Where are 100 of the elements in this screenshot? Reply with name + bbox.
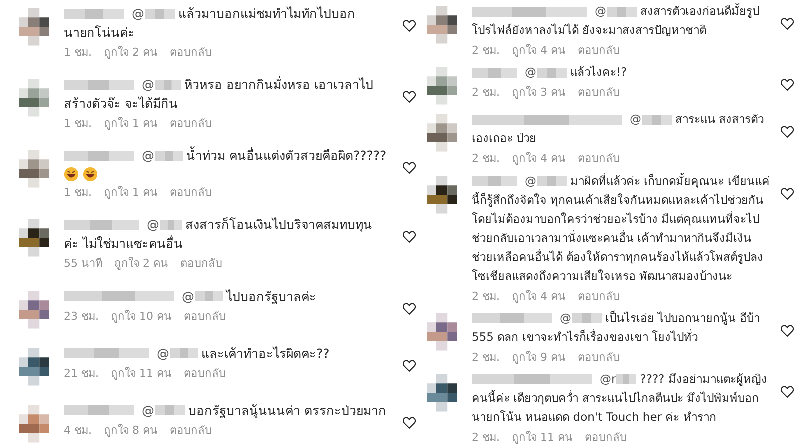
- likes-count[interactable]: ถูกใจ 9 คน: [512, 350, 566, 365]
- comment-text: ค่ะ ไม่ใช่มาแซะคนอื่น: [64, 234, 184, 254]
- heart-icon[interactable]: [781, 18, 794, 30]
- reply-link[interactable]: ตอบกลับ: [170, 45, 212, 60]
- likes-count[interactable]: ถูกใจ 4 คน: [512, 288, 566, 304]
- reply-link[interactable]: ตอบกลับ: [578, 288, 620, 304]
- reply-link[interactable]: ตอบกลับ: [578, 43, 620, 58]
- heart-icon[interactable]: [403, 20, 416, 32]
- heart-icon[interactable]: [403, 231, 416, 244]
- comment-time: 4 ชม.: [64, 422, 92, 438]
- mention[interactable]: @: [630, 110, 642, 130]
- comment-time: 55 นาที: [64, 256, 102, 272]
- heart-icon[interactable]: [781, 79, 794, 92]
- likes-count[interactable]: ถูกใจ 4 คน: [512, 151, 566, 166]
- comment-text: นี้ก็รู้สึกถึงจิตใจ ทุกคนเค้าเสียใจกันหมดแหละเค้าไปช่วยกัน: [472, 191, 765, 209]
- reply-link[interactable]: ตอบกลับ: [578, 350, 620, 365]
- heart-icon[interactable]: [403, 360, 416, 372]
- likes-count[interactable]: ถูกใจ 10 คน: [111, 308, 172, 324]
- likes-count[interactable]: ถูกใจ 2 คน: [114, 256, 168, 272]
- heart-icon[interactable]: [403, 416, 416, 429]
- comment-time: 2 ชม.: [472, 430, 500, 445]
- mention[interactable]: @r: [600, 370, 616, 389]
- comment-time: 1 ชม.: [64, 45, 92, 60]
- comment-text: แล้วมาบอกแม่ชมทำไมทักไปบอก: [178, 5, 356, 23]
- blurred-mention: [606, 6, 636, 16]
- heart-icon[interactable]: [403, 302, 416, 315]
- blurred-mention: [616, 374, 636, 384]
- blurred-username: [472, 68, 517, 78]
- comment-text: แล้วไงคะ!?: [570, 64, 628, 82]
- comment-text: นายกโน้น หนอแดด don't Touch her ค่ะ หำราก: [472, 408, 718, 426]
- reply-link[interactable]: ตอบกลับ: [170, 116, 212, 132]
- blurred-mention: [160, 220, 182, 230]
- comment-text: เป็นไรเอ่ย ไปบอกนายกนู้น อีบ้า: [606, 310, 760, 327]
- comment-text: ???? มึงอย่ามาแตะผู้หญิง: [640, 370, 768, 388]
- comment-text: ช่วยกลับเอาเวลามานั่งแซะคนอื่น เค้าทำมาหากินจึงมีเงิน: [472, 229, 753, 247]
- mention[interactable]: @: [142, 146, 154, 166]
- mention[interactable]: @: [595, 2, 606, 21]
- mention[interactable]: @: [142, 400, 154, 420]
- comment-text: สงสารตัวเองก่อนดีมั้ยรูป: [640, 2, 760, 20]
- comment-time: 2 ชม.: [472, 350, 500, 365]
- blurred-username: [64, 405, 134, 416]
- comment-text: ช่วยเหลือคนอื่นได้ ต้องให้ดาราทุกคนร้องไห้แล้วโพสต์รูปลง: [472, 248, 765, 266]
- likes-count[interactable]: ถูกใจ 2 คน: [104, 45, 158, 60]
- likes-count[interactable]: ถูกใจ 3 คน: [512, 85, 566, 100]
- heart-icon[interactable]: [781, 324, 794, 337]
- comment-time: 23 ชม.: [64, 308, 99, 324]
- mention[interactable]: @: [560, 308, 572, 328]
- heart-icon[interactable]: [403, 91, 416, 104]
- likes-count[interactable]: ถูกใจ 4 คน: [512, 43, 566, 58]
- comment-time: 1 ชม.: [64, 116, 92, 132]
- mention[interactable]: @: [525, 63, 536, 82]
- comment-text: ไปบอกรัฐบาลค่ะ: [226, 288, 316, 306]
- reply-link[interactable]: ตอบกลับ: [585, 430, 627, 445]
- heart-icon[interactable]: [781, 126, 794, 138]
- mention[interactable]: @: [525, 172, 536, 191]
- comment-text: น้ำท่วม คนอื่นแต่งตัวสวยคือผิด?????: [186, 146, 387, 166]
- comment-time: 2 ชม.: [472, 43, 500, 58]
- heart-icon[interactable]: [781, 386, 794, 398]
- comment-text: สาระแน สงสารตัว: [676, 111, 764, 128]
- comment-time: 2 ชม.: [472, 288, 500, 304]
- heart-icon[interactable]: [781, 188, 794, 200]
- blurred-mention: [170, 348, 198, 358]
- comment-text: บอกรัฐบาลนู้นนนค่า ตรรกะป่วยมาก: [188, 402, 386, 420]
- reply-link[interactable]: ตอบกลับ: [578, 151, 620, 166]
- reply-link[interactable]: ตอบกลับ: [170, 185, 212, 200]
- mention[interactable]: @: [182, 286, 194, 306]
- blurred-username: [64, 150, 134, 161]
- reply-link[interactable]: ตอบกลับ: [180, 256, 222, 272]
- comment-text: สงสารก็โอนเงินไปบริจาคสมทบทุน: [186, 216, 372, 234]
- likes-count[interactable]: ถูกใจ 8 คน: [104, 422, 158, 438]
- comment-time: 1 ชม.: [64, 185, 92, 200]
- comment-time: 2 ชม.: [472, 151, 500, 166]
- comment-text: เองเถอะ ป่วย: [472, 130, 538, 148]
- blurred-mention: [194, 291, 222, 302]
- reply-link[interactable]: ตอบกลับ: [578, 85, 620, 100]
- comment-text: นายกโน่นค่ะ: [64, 24, 136, 42]
- comment-text: มาผิดที่แล้วค่ะ เก็บกดมั้ยคุณนะ เขียนแค่: [570, 172, 770, 190]
- blurred-mention: [154, 80, 180, 90]
- mention[interactable]: @: [142, 75, 154, 94]
- comment-text: คนนี้ค่ะ เดียวกุตบคว่ำ สาระแนไปไกลตีนปะ มึงไปพิมพ์บอก: [472, 389, 760, 407]
- reply-link[interactable]: ตอบกลับ: [184, 366, 226, 381]
- likes-count[interactable]: ถูกใจ 11 คน: [512, 430, 573, 445]
- reply-link[interactable]: ตอบกลับ: [170, 422, 212, 438]
- blurred-mention: [536, 68, 566, 78]
- comment-text: และเค้าทำอะไรผิดคะ??: [202, 344, 330, 363]
- mention[interactable]: @: [147, 215, 160, 234]
- mention[interactable]: @: [132, 4, 144, 23]
- reply-link[interactable]: ตอบกลับ: [184, 308, 226, 324]
- blurred-mention: [572, 313, 602, 324]
- comment-text: 555 ดลก เขาจะทำไรก็เรื่องของเขา โยงไปทั่ว: [472, 328, 699, 346]
- heart-icon[interactable]: [403, 162, 416, 174]
- likes-count[interactable]: ถูกใจ 1 คน: [104, 185, 158, 200]
- blurred-mention: [144, 8, 174, 18]
- mention[interactable]: @: [157, 344, 170, 363]
- likes-count[interactable]: ถูกใจ 11 คน: [111, 366, 172, 381]
- likes-count[interactable]: ถูกใจ 1 คน: [104, 116, 158, 132]
- blurred-username: [472, 176, 517, 186]
- comment-time: 2 ชม.: [472, 85, 500, 100]
- comment-text: หิวหรอ อยากกินมั่งหรอ เอาเวลาไป: [184, 75, 374, 94]
- laughing-emoji-icon: [64, 167, 79, 182]
